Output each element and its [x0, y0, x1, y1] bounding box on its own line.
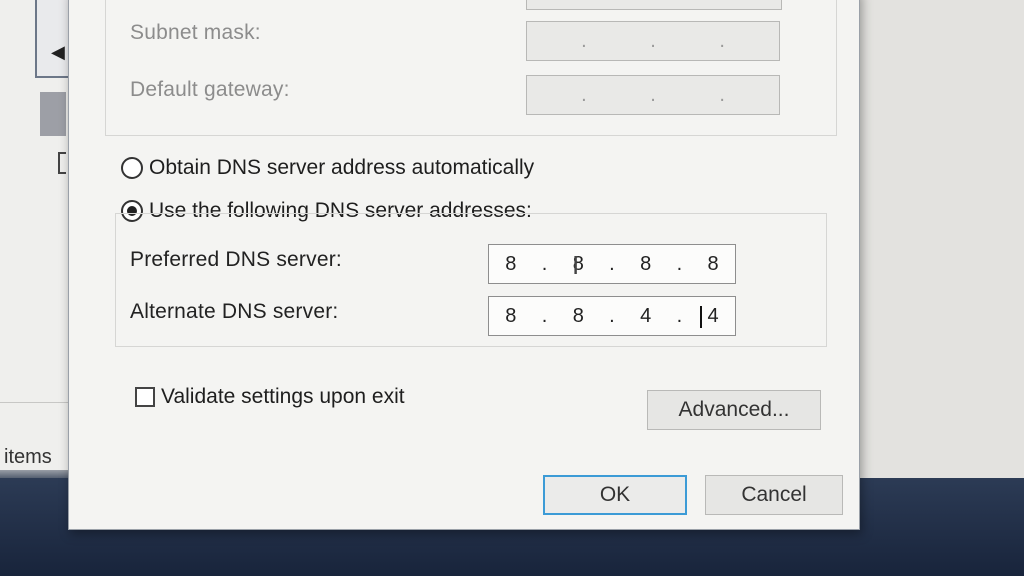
ip-dot: . [719, 29, 725, 52]
dns-auto-radio-row[interactable]: Obtain DNS server address automatically [121, 156, 534, 180]
dns-auto-radio[interactable] [121, 157, 143, 179]
background-bracket [58, 152, 66, 174]
ip-dot: . [581, 29, 587, 52]
ip-dot: . [541, 304, 548, 327]
preferred-octet-4: 8 [707, 252, 719, 275]
cancel-button[interactable]: Cancel [705, 475, 843, 515]
background-items-label: items [4, 446, 52, 468]
default-gateway-field[interactable]: . . . [526, 75, 780, 115]
subnet-mask-field[interactable]: . . . [526, 21, 780, 61]
ip-dot: . [609, 304, 615, 327]
alternate-octet-4: 4 [707, 304, 719, 327]
preferred-dns-label: Preferred DNS server: [130, 248, 342, 271]
dns-servers-group: Preferred DNS server: 8. 8. 8. 8 I Alter… [115, 213, 827, 347]
ip-dot: . [676, 252, 683, 275]
alternate-dns-label: Alternate DNS server: [130, 300, 339, 323]
background-frame: ◀ [35, 0, 71, 78]
text-cursor-icon: I [572, 250, 580, 280]
ip-dot: . [719, 83, 725, 106]
alternate-dns-field[interactable]: 8. 8. 4. 4 [488, 296, 736, 336]
ip-dot: . [581, 83, 587, 106]
ipv4-properties-dialog: Subnet mask: . . . Default gateway: . . … [68, 0, 860, 530]
ip-dot: . [650, 29, 656, 52]
validate-label: Validate settings upon exit [161, 385, 405, 408]
background-chevron-icon: ◀ [51, 42, 65, 62]
ok-button[interactable]: OK [543, 475, 687, 515]
default-gateway-label: Default gateway: [130, 78, 290, 101]
ip-dot: . [650, 83, 656, 106]
alternate-octet-1: 8 [505, 304, 517, 327]
text-caret [700, 306, 702, 328]
ip-dot: . [676, 304, 683, 327]
alternate-octet-2: 8 [572, 304, 584, 327]
ip-dot: . [609, 252, 615, 275]
dns-auto-label: Obtain DNS server address automatically [149, 156, 535, 179]
ip-dot: . [541, 252, 548, 275]
subnet-mask-label: Subnet mask: [130, 21, 261, 44]
advanced-button[interactable]: Advanced... [647, 390, 821, 430]
ip-address-group: Subnet mask: . . . Default gateway: . . … [105, 0, 837, 136]
preferred-octet-1: 8 [505, 252, 517, 275]
background-block [40, 92, 66, 136]
alternate-octet-3: 4 [640, 304, 652, 327]
background-right-area [856, 0, 1024, 480]
preferred-octet-3: 8 [640, 252, 652, 275]
validate-checkbox[interactable] [135, 387, 155, 407]
validate-checkbox-row[interactable]: Validate settings upon exit [135, 385, 405, 409]
preferred-dns-field[interactable]: 8. 8. 8. 8 [488, 244, 736, 284]
ip-address-field-partial [526, 0, 782, 10]
